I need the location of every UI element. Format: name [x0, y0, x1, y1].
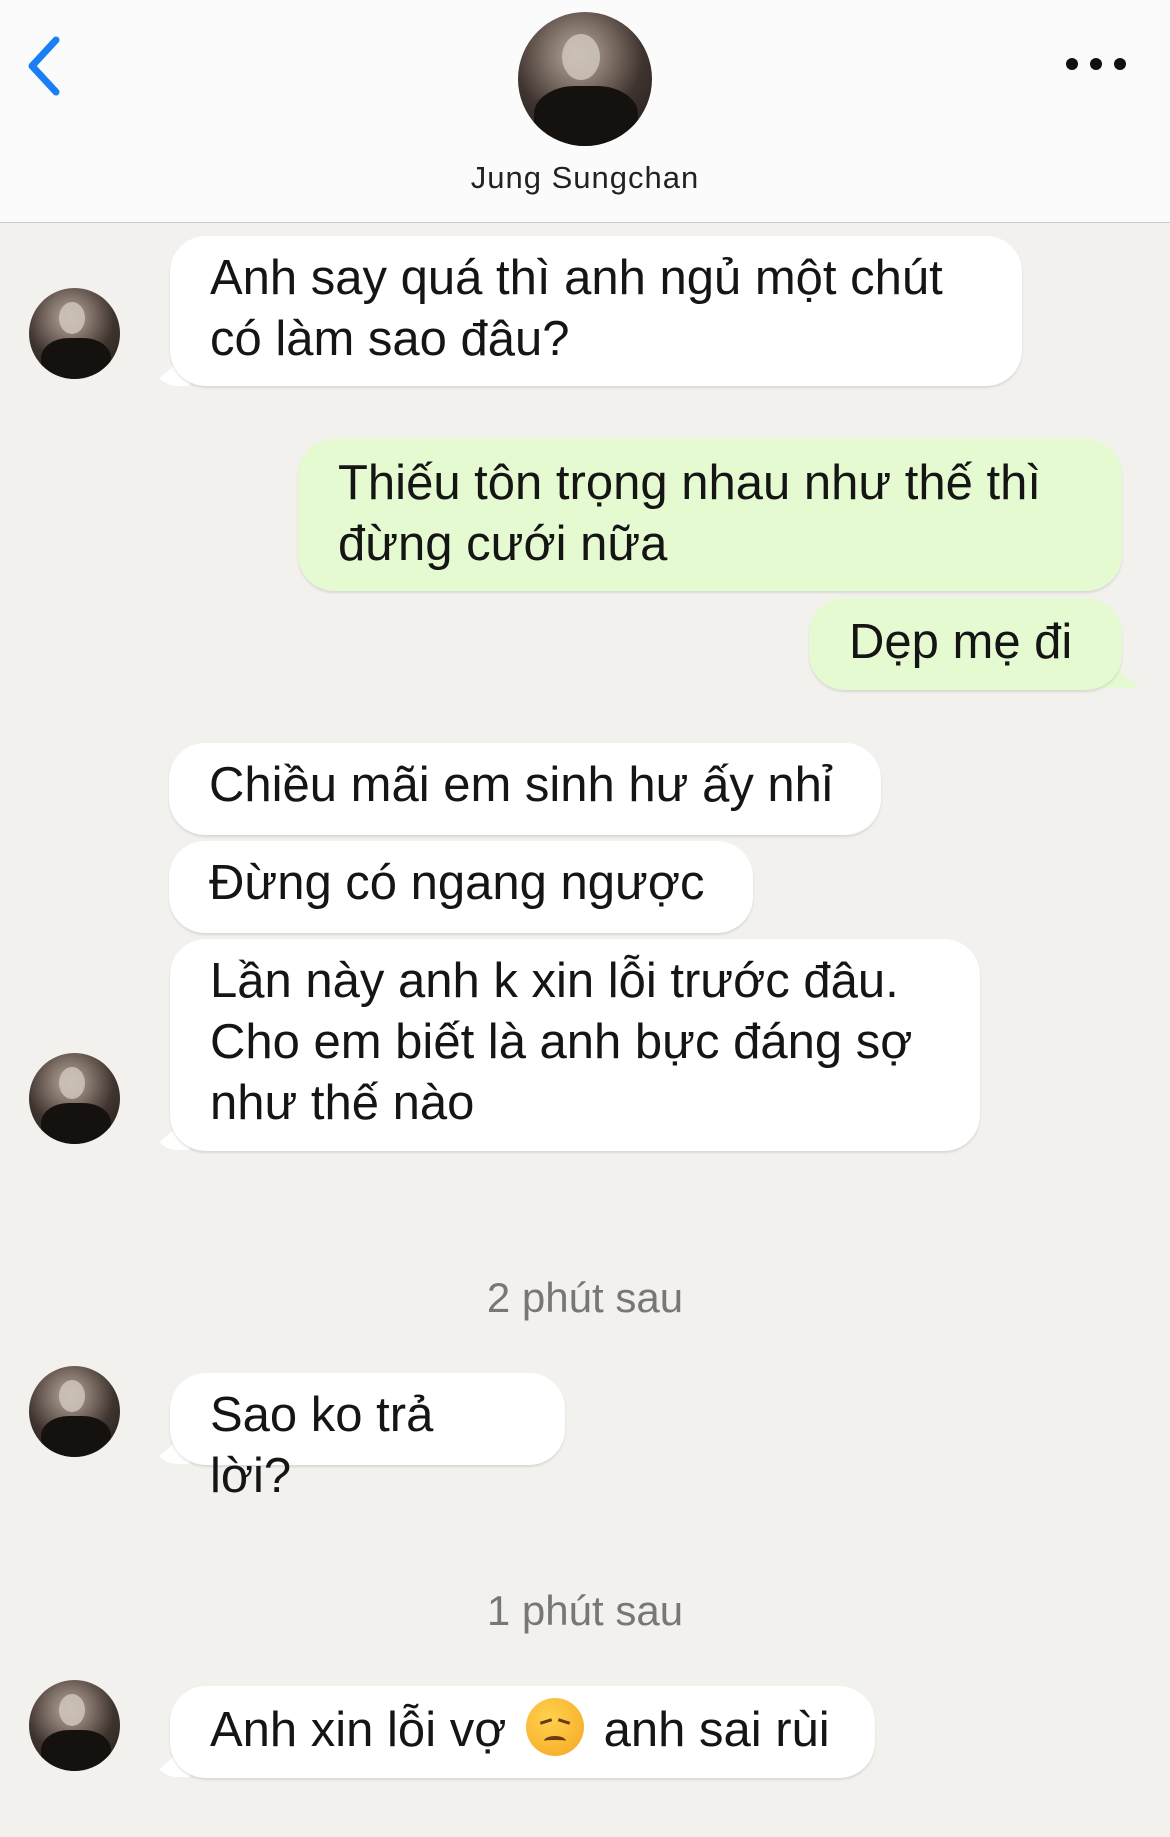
back-button[interactable] — [24, 34, 72, 98]
chevron-left-icon — [28, 36, 60, 96]
avatar-face — [59, 1380, 85, 1412]
avatar-coat — [41, 1416, 111, 1457]
timestamp: 2 phút sau — [486, 1274, 684, 1321]
avatar-coat — [534, 86, 638, 146]
avatar-coat — [41, 338, 111, 379]
message-bubble-incoming[interactable]: Đừng có ngang ngược — [169, 841, 753, 933]
contact-avatar-small[interactable] — [29, 288, 120, 379]
message-bubble-incoming[interactable]: Anh say quá thì anh ngủ một chút có làm … — [170, 236, 1022, 386]
message-bubble-incoming[interactable]: Anh xin lỗi vợ anh sai rùi — [170, 1686, 875, 1778]
message-text-line: Lần này anh k xin lỗi trước đâu. — [210, 954, 899, 1008]
message-text-line: Đừng có ngang ngược — [209, 856, 705, 910]
disappointed-face-emoji — [525, 1698, 584, 1756]
avatar-face — [59, 1067, 85, 1099]
contact-name: Jung Sungchan — [470, 160, 700, 195]
message-bubble-incoming[interactable]: Sao ko trả lời? — [170, 1373, 565, 1503]
message-bubble-outgoing[interactable]: Dẹp mẹ đi — [809, 598, 1122, 690]
message-text-line: Thiếu tôn trọng nhau như thế thì — [338, 456, 1041, 510]
message-text: Anh xin lỗi vợ — [210, 1703, 507, 1757]
contact-avatar-small[interactable] — [29, 1053, 120, 1144]
avatar-face — [59, 302, 85, 334]
message-text-line: có làm sao đâu? — [210, 312, 570, 366]
more-options-button[interactable] — [1060, 44, 1132, 84]
message-bubble-incoming[interactable]: Lần này anh k xin lỗi trước đâu. Cho em … — [170, 939, 980, 1151]
message-text-line: đừng cưới nữa — [338, 517, 668, 571]
message-bubble-incoming[interactable]: Chiều mãi em sinh hư ấy nhỉ — [169, 743, 881, 835]
avatar-coat — [41, 1730, 111, 1771]
contact-avatar[interactable] — [518, 12, 652, 146]
contact-avatar-small[interactable] — [29, 1366, 120, 1457]
timestamp: 1 phút sau — [486, 1587, 684, 1634]
chat-header: Jung Sungchan — [0, 0, 1170, 223]
avatar-coat — [41, 1103, 111, 1144]
contact-avatar-small[interactable] — [29, 1680, 120, 1771]
message-text-line: Dẹp mẹ đi — [849, 615, 1073, 669]
avatar-face — [59, 1694, 85, 1726]
message-text-line: Chiều mãi em sinh hư ấy nhỉ — [209, 758, 833, 812]
message-text-line: Sao ko trả lời? — [210, 1388, 434, 1503]
ellipsis-icon — [1066, 58, 1126, 70]
message-text: anh sai rùi — [603, 1703, 830, 1757]
message-bubble-outgoing[interactable]: Thiếu tôn trọng nhau như thế thì đừng cư… — [298, 439, 1122, 591]
avatar-face — [562, 34, 600, 80]
message-text-line: Cho em biết là anh bực đáng sợ — [210, 1015, 913, 1069]
message-text-line: như thế nào — [210, 1076, 475, 1130]
message-text-line: Anh say quá thì anh ngủ một chút — [210, 251, 943, 305]
